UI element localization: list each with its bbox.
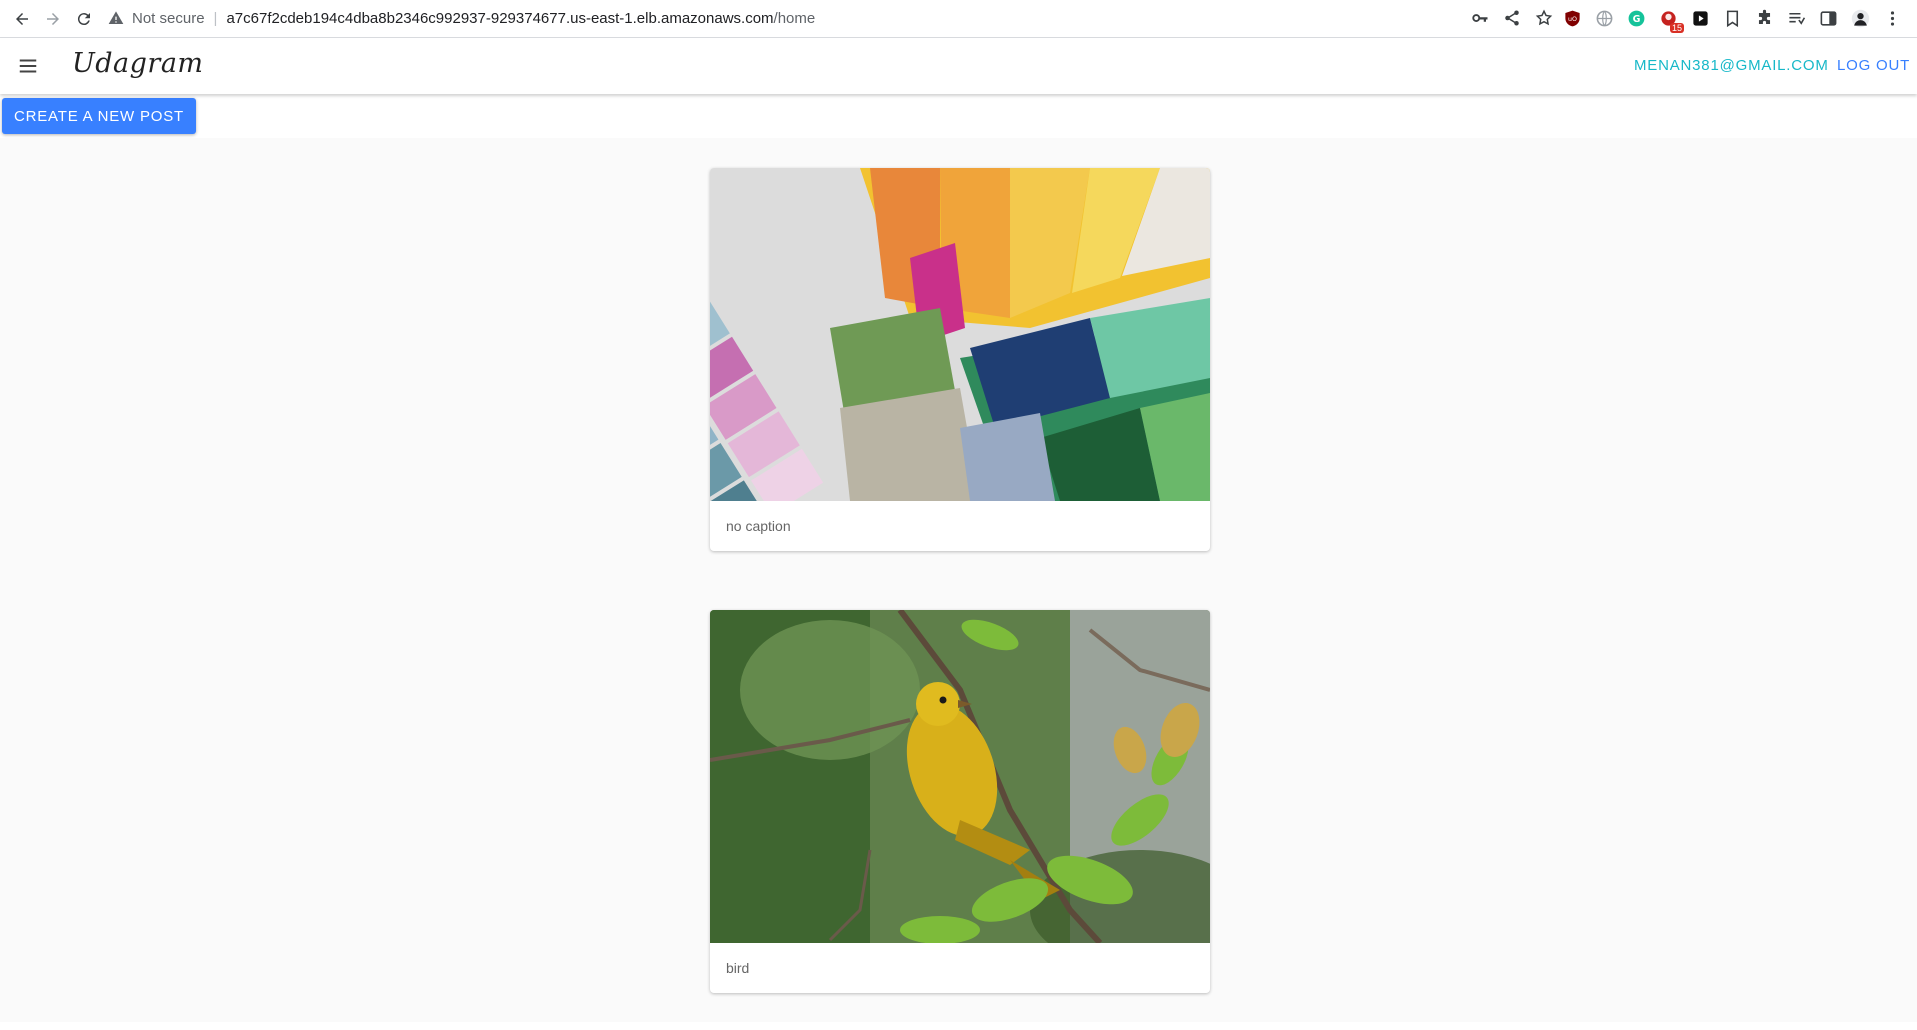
extensions-area: uO G 15: [1563, 0, 1902, 37]
ublock-extension-icon[interactable]: uO: [1563, 9, 1582, 28]
post-card: bird: [710, 610, 1210, 993]
play-extension-icon[interactable]: [1691, 9, 1710, 28]
app-brand[interactable]: Udagram: [72, 48, 204, 79]
puzzle-icon[interactable]: [1755, 9, 1774, 28]
bookmark-extension-icon[interactable]: [1723, 9, 1742, 28]
omnibox-actions: [1471, 3, 1553, 33]
create-post-button[interactable]: Create a new post: [2, 98, 196, 134]
logout-button[interactable]: Log out: [1837, 57, 1910, 74]
arrow-left-icon: [15, 12, 28, 25]
arrow-right-icon: [46, 12, 59, 25]
star-icon[interactable]: [1535, 9, 1553, 27]
reading-list-icon[interactable]: [1787, 9, 1806, 28]
menu-button[interactable]: [14, 52, 42, 80]
post-image-bird: [710, 610, 1210, 943]
profile-avatar[interactable]: [1851, 9, 1870, 28]
svg-text:uO: uO: [1568, 16, 1577, 23]
post-card: no caption: [710, 168, 1210, 551]
app-header: Udagram menan381@gmail.com Log out: [0, 38, 1917, 94]
globe-extension-icon[interactable]: [1595, 9, 1614, 28]
post-caption: bird: [726, 960, 750, 976]
back-button[interactable]: [6, 0, 37, 37]
omnibox-separator: |: [213, 9, 218, 27]
user-email-link[interactable]: menan381@gmail.com: [1634, 57, 1829, 74]
address-bar[interactable]: Not secure | a7c67f2cdeb194c4dba8b2346c9…: [108, 3, 1553, 33]
url-path: /home: [773, 9, 816, 27]
share-icon[interactable]: [1503, 9, 1521, 27]
grammarly-extension-icon[interactable]: G: [1627, 9, 1646, 28]
warning-icon: [108, 11, 124, 24]
side-panel-icon[interactable]: [1819, 9, 1838, 28]
reload-button[interactable]: [68, 0, 99, 37]
page-footer-strip: [0, 1022, 1917, 1030]
url-host: a7c67f2cdeb194c4dba8b2346c992937-9293746…: [226, 9, 774, 27]
svg-text:G: G: [1633, 14, 1641, 25]
security-label[interactable]: Not secure: [132, 10, 205, 27]
browser-toolbar: Not secure | a7c67f2cdeb194c4dba8b2346c9…: [0, 0, 1917, 38]
forward-button[interactable]: [37, 0, 68, 37]
action-bar: Create a new post: [0, 94, 1917, 138]
extension-badge: 15: [1669, 23, 1684, 33]
reload-icon: [77, 12, 90, 25]
post-image-paint-swatches: [710, 168, 1210, 501]
badge-extension-icon[interactable]: 15: [1659, 9, 1684, 33]
key-icon[interactable]: [1471, 9, 1489, 27]
hamburger-menu-icon: [19, 59, 37, 73]
post-caption: no caption: [726, 518, 791, 534]
more-vert-icon[interactable]: [1883, 9, 1902, 28]
